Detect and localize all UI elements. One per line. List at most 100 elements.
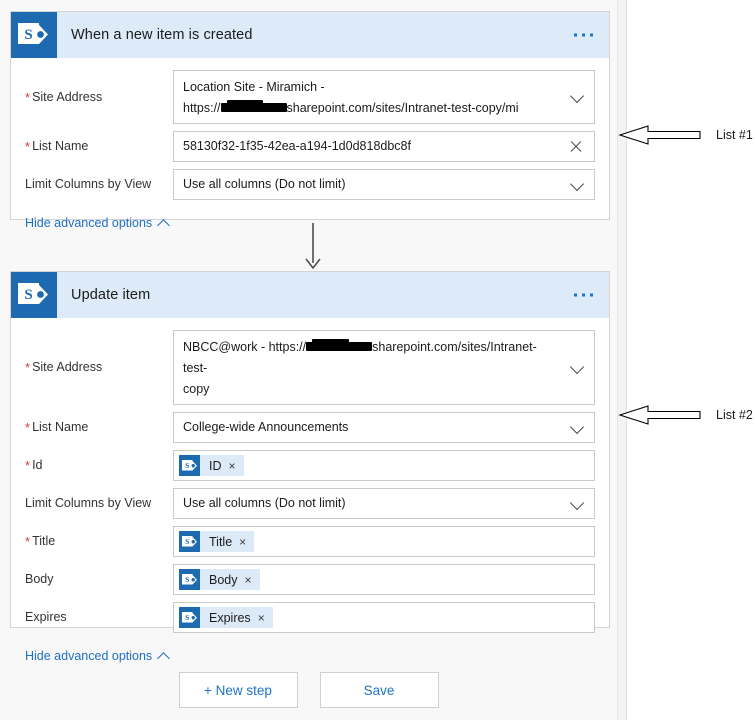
field-label-site-address: * Site Address bbox=[25, 89, 103, 105]
hide-advanced-options-link-action[interactable]: Hide advanced options bbox=[25, 649, 171, 665]
field-label-id: * Id bbox=[25, 458, 43, 473]
site-address-value-line2: copy bbox=[183, 382, 210, 396]
list-name-dropdown[interactable]: College-wide Announcements bbox=[173, 412, 595, 443]
title-token-field[interactable]: S Title × bbox=[173, 526, 595, 557]
field-label-expires: Expires bbox=[25, 610, 67, 625]
annotation-list-1: List #1 bbox=[618, 122, 753, 148]
save-button[interactable]: Save bbox=[319, 672, 439, 708]
field-label-site-address: * Site Address bbox=[25, 360, 103, 375]
card-title: When a new item is created bbox=[71, 27, 253, 43]
hide-advanced-options-label: Hide advanced options bbox=[25, 216, 153, 230]
field-row-site-address: * Site Address NBCC@work - https://sharep… bbox=[25, 330, 595, 405]
field-label-list-name: * List Name bbox=[25, 420, 89, 435]
field-row-id: * Id S ID × bbox=[25, 450, 595, 481]
chevron-down-icon[interactable] bbox=[569, 88, 585, 104]
svg-text:S: S bbox=[185, 575, 189, 584]
card-body-action: * Site Address NBCC@work - https://sharep… bbox=[11, 318, 609, 675]
body-token-field[interactable]: S Body × bbox=[173, 564, 595, 595]
field-label-limit-columns: Limit Columns by View bbox=[25, 177, 152, 192]
redaction-bar bbox=[220, 100, 287, 113]
chevron-down-icon[interactable] bbox=[569, 176, 585, 191]
token-remove-icon[interactable]: × bbox=[239, 536, 254, 548]
chevron-up-icon bbox=[157, 218, 171, 232]
token-remove-icon[interactable]: × bbox=[245, 574, 260, 586]
canvas-right-edge bbox=[617, 0, 627, 720]
hide-advanced-options-link-trigger[interactable]: Hide advanced options bbox=[25, 216, 171, 232]
field-row-body: Body S Body × bbox=[25, 564, 595, 595]
chevron-up-icon bbox=[157, 651, 171, 665]
dynamic-content-token[interactable]: S ID × bbox=[179, 455, 244, 476]
required-asterisk: * bbox=[25, 89, 31, 105]
site-address-value-line2: https://sharepoint.com/sites/Intranet-te… bbox=[183, 100, 519, 115]
card-overflow-menu-button[interactable] bbox=[574, 33, 593, 37]
annotation-list-2: List #2 bbox=[618, 402, 753, 428]
field-label-list-name: * List Name bbox=[25, 139, 89, 154]
chevron-down-icon[interactable] bbox=[569, 419, 585, 434]
required-asterisk: * bbox=[25, 139, 31, 154]
new-step-button[interactable]: + New step bbox=[178, 672, 298, 708]
field-row-limit-columns: Limit Columns by View Use all columns (D… bbox=[25, 169, 595, 200]
id-token-field[interactable]: S ID × bbox=[173, 450, 595, 481]
sharepoint-icon: S bbox=[179, 569, 200, 590]
sharepoint-icon: S bbox=[179, 455, 200, 476]
chevron-down-icon[interactable] bbox=[569, 359, 585, 374]
field-row-expires: Expires S Expires × bbox=[25, 602, 595, 633]
left-block-arrow-icon bbox=[618, 125, 701, 145]
token-label: ID bbox=[209, 458, 222, 473]
field-row-list-name: * List Name 58130f32-1f35-42ea-a194-1d0d8… bbox=[25, 131, 595, 162]
field-label-limit-columns: Limit Columns by View bbox=[25, 496, 152, 511]
dynamic-content-token[interactable]: S Body × bbox=[179, 569, 260, 590]
annotation-label: List #1 bbox=[716, 128, 753, 142]
chevron-down-icon[interactable] bbox=[569, 495, 585, 510]
sharepoint-icon: S bbox=[179, 607, 200, 628]
sharepoint-icon: S bbox=[11, 12, 57, 58]
hide-advanced-options-label: Hide advanced options bbox=[25, 649, 153, 663]
required-asterisk: * bbox=[25, 420, 31, 435]
site-address-dropdown[interactable]: NBCC@work - https://sharepoint.com/sites… bbox=[173, 330, 595, 405]
field-row-limit-columns: Limit Columns by View Use all columns (D… bbox=[25, 488, 595, 519]
list-name-value: 58130f32-1f35-42ea-a194-1d0d818dbc8f bbox=[183, 139, 411, 153]
svg-text:S: S bbox=[24, 27, 32, 43]
sharepoint-icon: S bbox=[179, 531, 200, 552]
sharepoint-icon: S bbox=[11, 272, 57, 318]
limit-columns-dropdown[interactable]: Use all columns (Do not limit) bbox=[173, 488, 595, 519]
required-asterisk: * bbox=[25, 458, 31, 473]
clear-x-icon[interactable] bbox=[569, 140, 583, 154]
field-label-title: * Title bbox=[25, 534, 56, 549]
list-name-value: College-wide Announcements bbox=[183, 420, 349, 434]
redaction-bar bbox=[306, 339, 373, 352]
field-row-site-address: * Site Address Location Site - Miramich -… bbox=[25, 70, 595, 124]
site-address-value-line1: Location Site - Miramich - bbox=[183, 80, 325, 94]
token-label: Expires bbox=[209, 610, 251, 625]
list-name-input[interactable]: 58130f32-1f35-42ea-a194-1d0d818dbc8f bbox=[173, 131, 595, 162]
annotation-label: List #2 bbox=[716, 408, 753, 422]
dynamic-content-token[interactable]: S Expires × bbox=[179, 607, 273, 628]
expires-token-field[interactable]: S Expires × bbox=[173, 602, 595, 633]
site-address-value-line1: NBCC@work - https://sharepoint.com/sites… bbox=[183, 339, 537, 375]
limit-columns-value: Use all columns (Do not limit) bbox=[183, 177, 346, 191]
dynamic-content-token[interactable]: S Title × bbox=[179, 531, 255, 552]
token-label: Body bbox=[209, 572, 238, 587]
card-overflow-menu-button[interactable] bbox=[574, 293, 593, 297]
limit-columns-dropdown[interactable]: Use all columns (Do not limit) bbox=[173, 169, 595, 200]
card-header-trigger[interactable]: S When a new item is created bbox=[11, 12, 609, 58]
svg-text:S: S bbox=[24, 287, 32, 303]
left-block-arrow-icon bbox=[618, 405, 701, 425]
token-remove-icon[interactable]: × bbox=[258, 612, 273, 624]
field-row-title: * Title S Title × bbox=[25, 526, 595, 557]
flow-action-bar: + New step Save bbox=[0, 672, 617, 708]
token-remove-icon[interactable]: × bbox=[229, 460, 244, 472]
card-header-action[interactable]: S Update item bbox=[11, 272, 609, 318]
site-address-dropdown[interactable]: Location Site - Miramich - https://share… bbox=[173, 70, 595, 124]
svg-text:S: S bbox=[185, 537, 189, 546]
limit-columns-value: Use all columns (Do not limit) bbox=[183, 496, 346, 510]
required-asterisk: * bbox=[25, 534, 31, 549]
svg-text:S: S bbox=[185, 613, 189, 622]
field-row-list-name: * List Name College-wide Announcements bbox=[25, 412, 595, 443]
flow-card-trigger[interactable]: S When a new item is created * Site Addre… bbox=[10, 11, 610, 232]
field-label-body: Body bbox=[25, 572, 54, 587]
card-body-trigger: * Site Address Location Site - Miramich -… bbox=[11, 58, 609, 242]
down-arrow-connector-icon bbox=[305, 223, 321, 270]
flow-card-action[interactable]: S Update item * Site Address NBCC@work - … bbox=[10, 271, 610, 665]
svg-text:S: S bbox=[185, 461, 189, 470]
